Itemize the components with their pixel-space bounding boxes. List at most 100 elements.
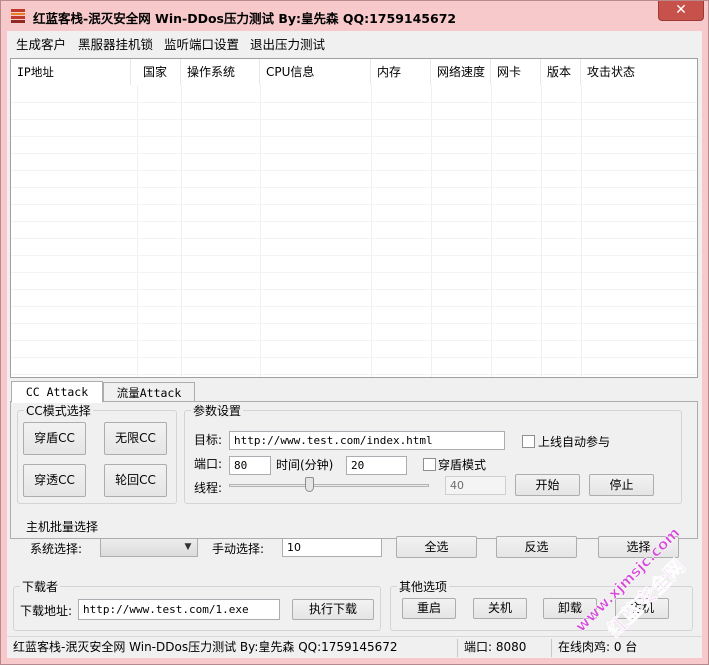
threads-input: 40: [445, 476, 506, 495]
tab-flow-attack-label: 流量Attack: [116, 386, 182, 400]
chevron-down-icon: ▼: [184, 542, 192, 552]
main-window: 红蓝客栈-泯灭安全网 Win-DDos压力测试 By:皇先森 QQ:175914…: [0, 0, 709, 665]
cc-attack-panel: CC模式选择 穿盾CC 无限CC 穿透CC 轮回CC 参数设置 目标: http…: [10, 401, 698, 539]
cycle-cc-button[interactable]: 轮回CC: [104, 464, 167, 497]
cc-mode-title: CC模式选择: [24, 402, 93, 419]
threads-slider-thumb[interactable]: [305, 477, 314, 492]
system-select-label: 系统选择:: [30, 542, 83, 556]
batch-group: 主机批量选择 系统选择: ▼ 手动选择: 10 全选 反选 选择: [19, 518, 697, 568]
title-bar[interactable]: 红蓝客栈-泯灭安全网 Win-DDos压力测试 By:皇先森 QQ:175914…: [1, 1, 708, 31]
manual-select-input[interactable]: 10: [282, 538, 382, 557]
params-group: 参数设置 目标: http://www.test.com/index.html …: [184, 402, 682, 504]
col-ip[interactable]: IP地址: [11, 59, 131, 85]
auto-join-checkbox[interactable]: [522, 435, 535, 448]
grid-row-line: [11, 306, 697, 307]
time-label: 时间(分钟): [276, 458, 334, 472]
grid-row-line: [11, 289, 697, 290]
params-title: 参数设置: [191, 402, 244, 419]
grid-row-line: [11, 221, 697, 222]
other-options-group: 其他选项 重启 关机 卸载 主机: [390, 578, 693, 631]
shield-cc-button[interactable]: 穿盾CC: [23, 422, 86, 455]
grid-row-line: [11, 119, 697, 120]
col-version[interactable]: 版本: [541, 59, 581, 85]
target-input[interactable]: http://www.test.com/index.html: [229, 431, 505, 450]
grid-row-line: [11, 153, 697, 154]
select-button[interactable]: 选择: [598, 536, 679, 558]
grid-row-line: [11, 204, 697, 205]
start-button[interactable]: 开始: [515, 474, 580, 496]
col-memory[interactable]: 内存: [371, 59, 431, 85]
close-button[interactable]: ✕: [658, 1, 704, 21]
grid-row-line: [11, 323, 697, 324]
grid-row-line: [11, 136, 697, 137]
grid-column-line: [431, 85, 432, 377]
grid-row-line: [11, 255, 697, 256]
tab-flow-attack[interactable]: 流量Attack: [103, 382, 195, 403]
select-all-button[interactable]: 全选: [396, 536, 477, 558]
grid-column-line: [541, 85, 542, 377]
penetrate-cc-button[interactable]: 穿透CC: [23, 464, 86, 497]
shield-mode-label: 穿盾模式: [438, 458, 487, 472]
col-network-speed[interactable]: 网络速度: [431, 59, 491, 85]
grid-row-line: [11, 102, 697, 103]
menu-exit[interactable]: 退出压力测试: [250, 34, 325, 53]
grid-row-line: [11, 374, 697, 375]
col-attack-status[interactable]: 攻击状态: [581, 59, 697, 85]
cc-mode-group: CC模式选择 穿盾CC 无限CC 穿透CC 轮回CC: [17, 402, 177, 504]
status-port: 端口: 8080: [460, 639, 552, 657]
threads-label: 线程:: [194, 481, 223, 495]
menu-server-lock[interactable]: 黑服器挂机锁: [78, 34, 153, 53]
port-label: 端口:: [194, 457, 223, 471]
time-input[interactable]: 20: [346, 456, 407, 475]
grid-row-line: [11, 340, 697, 341]
grid-row-line: [11, 187, 697, 188]
host-button[interactable]: 主机: [615, 598, 669, 619]
menu-generate-client[interactable]: 生成客户: [16, 34, 66, 53]
system-select[interactable]: ▼: [100, 538, 198, 557]
window-title: 红蓝客栈-泯灭安全网 Win-DDos压力测试 By:皇先森 QQ:175914…: [33, 11, 457, 26]
download-url-label: 下载地址:: [20, 604, 73, 618]
grid-row-line: [11, 357, 697, 358]
threads-slider-track[interactable]: [229, 484, 429, 487]
host-list-header: IP地址 国家 操作系统 CPU信息 内存 网络速度 网卡 版本 攻击状态: [11, 59, 697, 85]
uninstall-button[interactable]: 卸载: [543, 598, 597, 619]
target-label: 目标:: [194, 433, 223, 447]
grid-column-line: [181, 85, 182, 377]
grid-row-line: [11, 170, 697, 171]
menu-bar: 生成客户 黑服器挂机锁 监听端口设置 退出压力测试: [7, 31, 702, 53]
manual-select-label: 手动选择:: [212, 542, 265, 556]
col-cpu[interactable]: CPU信息: [260, 59, 371, 85]
auto-join-label: 上线自动参与: [538, 435, 611, 449]
invert-select-button[interactable]: 反选: [496, 536, 577, 558]
tab-cc-attack-label: CC Attack: [25, 385, 89, 399]
shutdown-button[interactable]: 关机: [473, 598, 527, 619]
col-nic[interactable]: 网卡: [491, 59, 541, 85]
grid-row-line: [11, 238, 697, 239]
unlimited-cc-button[interactable]: 无限CC: [104, 422, 167, 455]
status-bar: 红蓝客栈-泯灭安全网 Win-DDos压力测试 By:皇先森 QQ:175914…: [7, 636, 702, 658]
grid-column-line: [371, 85, 372, 377]
batch-title: 主机批量选择: [24, 518, 101, 535]
shield-mode-checkbox[interactable]: [423, 458, 436, 471]
grid-column-line: [260, 85, 261, 377]
col-os[interactable]: 操作系统: [181, 59, 260, 85]
other-options-title: 其他选项: [397, 578, 450, 595]
grid-column-line: [491, 85, 492, 377]
menu-listen-port[interactable]: 监听端口设置: [164, 34, 239, 53]
app-stack-icon: [11, 9, 25, 23]
col-country[interactable]: 国家: [137, 59, 181, 85]
grid-row-line: [11, 272, 697, 273]
grid-column-line: [581, 85, 582, 377]
downloader-group: 下载者 下载地址: http://www.test.com/1.exe 执行下载: [13, 578, 381, 631]
status-app-info: 红蓝客栈-泯灭安全网 Win-DDos压力测试 By:皇先森 QQ:175914…: [9, 639, 458, 657]
restart-button[interactable]: 重启: [402, 598, 456, 619]
downloader-title: 下载者: [20, 578, 61, 595]
stop-button[interactable]: 停止: [589, 474, 654, 496]
tab-cc-attack[interactable]: CC Attack: [11, 381, 103, 403]
grid-column-line: [137, 85, 138, 377]
port-input[interactable]: 80: [229, 456, 271, 475]
download-url-input[interactable]: http://www.test.com/1.exe: [78, 599, 280, 620]
host-list[interactable]: IP地址 国家 操作系统 CPU信息 内存 网络速度 网卡 版本 攻击状态: [10, 58, 698, 378]
execute-download-button[interactable]: 执行下载: [292, 599, 374, 620]
client-area: 生成客户 黑服器挂机锁 监听端口设置 退出压力测试 IP地址 国家 操作系统 C…: [7, 31, 702, 658]
